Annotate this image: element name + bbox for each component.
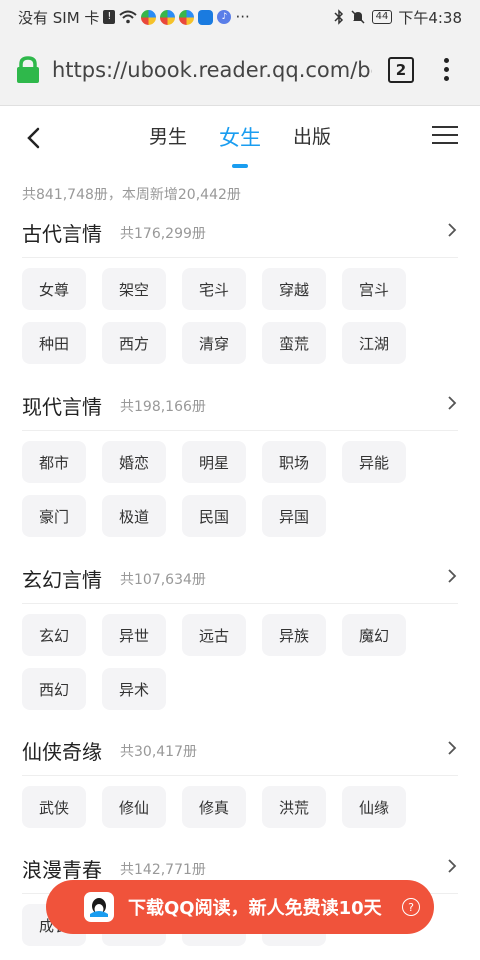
more-menu-icon[interactable] [444,58,449,81]
tag-chip[interactable]: 玄幻 [22,614,86,656]
bluetooth-icon [334,9,343,25]
tag-list: 女尊 架空 宅斗 穿越 宫斗 种田 西方 清穿 蛮荒 江湖 [22,268,442,376]
section-count: 共107,634册 [120,572,206,588]
tab-male[interactable]: 男生 [149,122,187,156]
more-notifications-icon: ··· [235,8,250,26]
section-title: 浪漫青春 [22,858,102,882]
tag-chip[interactable]: 豪门 [22,495,86,537]
section-count: 共176,299册 [120,226,206,242]
tag-chip[interactable]: 种田 [22,322,86,364]
section-header[interactable]: 仙侠奇缘 共30,417册 [22,726,458,776]
tag-chip[interactable]: 极道 [102,495,166,537]
section-title: 玄幻言情 [22,568,102,592]
tag-list: 玄幻 异世 远古 异族 魔幻 西幻 异术 [22,614,442,722]
tag-chip[interactable]: 架空 [102,268,166,310]
tag-chip[interactable]: 西幻 [22,668,86,710]
tag-chip[interactable]: 蛮荒 [262,322,326,364]
download-app-banner[interactable]: 下载QQ阅读，新人免费读10天 ? [46,880,434,934]
section-header[interactable]: 古代言情 共176,299册 [22,208,458,258]
section-title: 仙侠奇缘 [22,740,102,764]
category-section: 仙侠奇缘 共30,417册 武侠 修仙 修真 洪荒 仙缘 [0,726,480,840]
battery-icon: 44 [371,10,393,24]
gender-tabs: 男生 女生 出版 [0,122,480,168]
tag-chip[interactable]: 洪荒 [262,786,326,828]
tag-chip[interactable]: 宫斗 [342,268,406,310]
tag-list: 武侠 修仙 修真 洪荒 仙缘 [22,786,442,840]
tag-chip[interactable]: 魔幻 [342,614,406,656]
tag-chip[interactable]: 宅斗 [182,268,246,310]
chevron-right-icon[interactable] [446,858,458,874]
tab-publish[interactable]: 出版 [293,122,331,156]
alert-icon: ! [103,10,116,24]
tag-chip[interactable]: 女尊 [22,268,86,310]
tag-list: 都市 婚恋 明星 职场 异能 豪门 极道 民国 异国 [22,441,442,549]
music-icon: ♪ [217,10,232,24]
status-left: 没有 SIM 卡 ! ♪ ··· [18,7,250,28]
app-icon-2 [160,9,176,25]
tag-chip[interactable]: 民国 [182,495,246,537]
lock-icon[interactable] [14,55,42,85]
tag-chip[interactable]: 修真 [182,786,246,828]
mute-icon [351,10,365,24]
tab-switcher-button[interactable]: 2 [388,56,414,83]
catalog-summary: 共841,748册，本周新增20,442册 [22,187,241,203]
chevron-right-icon[interactable] [446,222,458,238]
tag-chip[interactable]: 穿越 [262,268,326,310]
category-section: 玄幻言情 共107,634册 玄幻 异世 远古 异族 魔幻 西幻 异术 [0,554,480,722]
banner-text: 下载QQ阅读，新人免费读10天 [128,898,382,919]
tag-chip[interactable]: 职场 [262,441,326,483]
category-section: 现代言情 共198,166册 都市 婚恋 明星 职场 异能 豪门 极道 民国 异… [0,381,480,549]
tag-chip[interactable]: 仙缘 [342,786,406,828]
url-field[interactable]: https://ubook.reader.qq.com/boo [52,58,372,82]
wifi-icon [119,10,138,24]
qq-reader-logo-icon [84,892,114,922]
tag-chip[interactable]: 异国 [262,495,326,537]
chevron-right-icon[interactable] [446,395,458,411]
clock-text: 下午4:38 [398,8,462,27]
tag-chip[interactable]: 江湖 [342,322,406,364]
tag-chip[interactable]: 都市 [22,441,86,483]
chevron-right-icon[interactable] [446,568,458,584]
status-right: 44 下午4:38 [334,7,462,28]
section-count: 共198,166册 [120,399,206,415]
tag-chip[interactable]: 异世 [102,614,166,656]
section-title: 古代言情 [22,222,102,246]
shield-app-icon [198,9,214,25]
hamburger-menu-icon[interactable] [432,126,458,144]
tag-chip[interactable]: 西方 [102,322,166,364]
tag-chip[interactable]: 明星 [182,441,246,483]
tag-chip[interactable]: 武侠 [22,786,86,828]
section-count: 共142,771册 [120,862,206,878]
category-nav: 男生 女生 出版 [0,106,480,170]
section-count: 共30,417册 [120,744,197,760]
section-header[interactable]: 现代言情 共198,166册 [22,381,458,431]
app-icon-1 [141,9,157,25]
tag-chip[interactable]: 异术 [102,668,166,710]
help-icon[interactable]: ? [402,898,420,916]
status-bar: 没有 SIM 卡 ! ♪ ··· 44 下午4:38 [0,0,480,34]
tag-chip[interactable]: 远古 [182,614,246,656]
browser-toolbar: https://ubook.reader.qq.com/boo 2 [0,34,480,106]
section-header[interactable]: 玄幻言情 共107,634册 [22,554,458,604]
section-title: 现代言情 [22,395,102,419]
tag-chip[interactable]: 异能 [342,441,406,483]
app-icon-3 [179,9,195,25]
tag-chip[interactable]: 婚恋 [102,441,166,483]
chevron-right-icon[interactable] [446,740,458,756]
category-content: 共841,748册，本周新增20,442册 古代言情 共176,299册 女尊 … [0,170,480,960]
category-section: 古代言情 共176,299册 女尊 架空 宅斗 穿越 宫斗 种田 西方 清穿 蛮… [0,208,480,376]
carrier-text: 没有 SIM 卡 [18,8,100,27]
tag-chip[interactable]: 清穿 [182,322,246,364]
tag-chip[interactable]: 修仙 [102,786,166,828]
tab-female[interactable]: 女生 [219,122,261,168]
tag-chip[interactable]: 异族 [262,614,326,656]
